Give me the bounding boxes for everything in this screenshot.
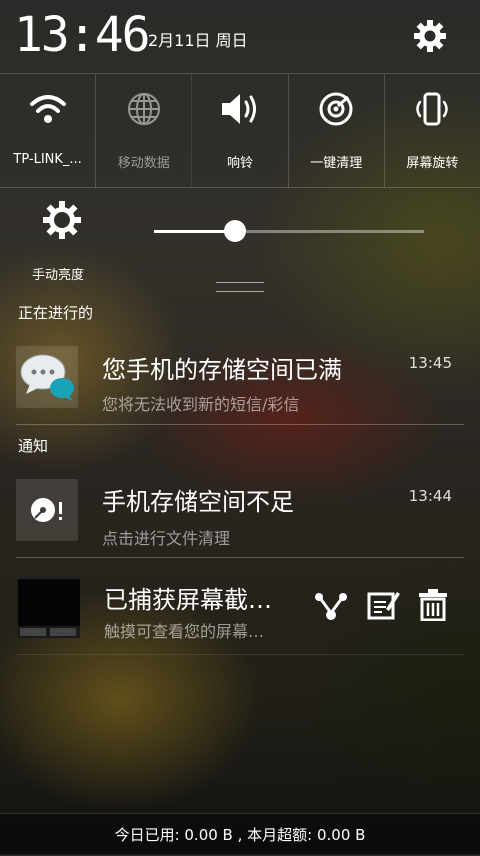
screenshot-thumbnail — [18, 576, 80, 638]
slider-fill — [154, 230, 235, 233]
divider — [16, 424, 464, 425]
messaging-app-icon — [16, 346, 78, 408]
tile-mobile-data[interactable]: 移动数据 — [96, 74, 193, 187]
notification-subtitle: 您将无法收到新的短信/彩信 — [102, 395, 300, 414]
wifi-icon — [29, 95, 66, 123]
brightness-slider[interactable] — [154, 220, 424, 242]
divider — [16, 654, 464, 655]
disk-alert-icon — [31, 498, 62, 522]
notification-title: 您手机的存储空间已满 — [102, 356, 342, 384]
speaker-icon — [222, 94, 256, 124]
globe-icon — [127, 93, 160, 125]
message-bubble-icon — [20, 354, 74, 401]
notification-title: 手机存储空间不足 — [102, 488, 294, 516]
tile-screen-rotation[interactable]: 屏幕旋转 — [385, 74, 480, 187]
tile-ringer-label: 响铃 — [227, 156, 254, 171]
rotate-icon — [416, 92, 449, 126]
clean-icon — [319, 92, 353, 126]
brightness-label: 手动亮度 — [32, 268, 85, 283]
tile-wifi[interactable]: TP-LINK_... — [0, 74, 97, 187]
settings-button[interactable] — [410, 16, 450, 56]
edit-icon — [367, 592, 400, 620]
clock: 13:46 — [14, 7, 150, 63]
brightness-icon — [43, 201, 81, 239]
notification-storage-full[interactable]: 您手机的存储空间已满 您将无法收到新的短信/彩信 13:45 — [0, 340, 480, 424]
notification-storage-low[interactable]: 手机存储空间不足 点击进行文件清理 13:44 — [0, 472, 480, 556]
divider — [16, 557, 464, 558]
ongoing-section-title: 正在进行的 — [18, 304, 94, 322]
drag-handle[interactable] — [216, 282, 264, 292]
share-icon — [315, 593, 347, 620]
auto-brightness-toggle[interactable] — [40, 198, 84, 242]
tile-ringer[interactable]: 响铃 — [192, 74, 289, 187]
edit-button[interactable] — [364, 586, 402, 624]
notification-title: 已捕获屏幕截… — [104, 586, 272, 614]
notification-time: 13:45 — [408, 354, 452, 372]
delete-icon — [419, 589, 447, 621]
slider-thumb[interactable] — [224, 220, 246, 242]
gear-icon — [414, 20, 446, 52]
tile-mobile-data-label: 移动数据 — [117, 156, 170, 171]
cleaner-app-icon — [16, 479, 78, 541]
notices-section-title: 通知 — [18, 437, 49, 455]
tile-screen-rotation-label: 屏幕旋转 — [406, 156, 459, 171]
notification-subtitle: 触摸可查看您的屏幕… — [104, 622, 265, 641]
data-usage-text: 今日已用: 0.00 B , 本月超额: 0.00 B — [114, 826, 366, 844]
data-usage-bar: 今日已用: 0.00 B , 本月超额: 0.00 B — [0, 813, 480, 855]
share-button[interactable] — [312, 586, 350, 624]
notification-time: 13:44 — [408, 487, 452, 505]
tile-one-click-clean-label: 一键清理 — [310, 156, 363, 171]
tile-wifi-label: TP-LINK_... — [13, 152, 82, 167]
delete-button[interactable] — [414, 586, 452, 624]
quick-settings: TP-LINK_... 移动数据 响铃 一键清理 屏幕旋转 — [0, 73, 480, 188]
date: 2月11日 周日 — [148, 31, 248, 50]
notification-subtitle: 点击进行文件清理 — [102, 529, 231, 548]
tile-one-click-clean[interactable]: 一键清理 — [289, 74, 385, 187]
